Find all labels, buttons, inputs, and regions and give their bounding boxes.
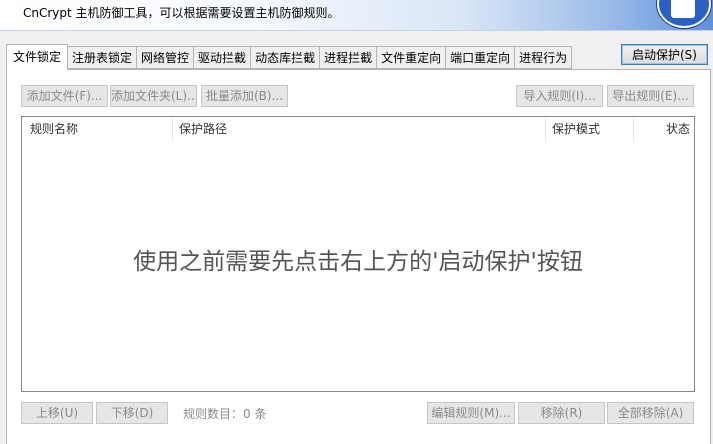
header-description: CnCrypt 主机防御工具，可以根据需要设置主机防御规则。 <box>23 6 340 20</box>
column-status[interactable]: 状态 <box>634 117 690 141</box>
move-up-button[interactable]: 上移(U) <box>21 402 93 424</box>
edit-rule-button[interactable]: 编辑规则(M)... <box>427 402 515 424</box>
empty-list-hint: 使用之前需要先点击右上方的'启动保护'按钮 <box>133 249 583 275</box>
tab-file-redirect[interactable]: 文件重定向 <box>377 46 447 69</box>
tab-dll-intercept[interactable]: 动态库拦截 <box>251 46 321 69</box>
add-file-button[interactable]: 添加文件(F)... <box>21 85 108 107</box>
tab-network-control[interactable]: 网络管控 <box>137 46 195 69</box>
add-folder-button[interactable]: 添加文件夹(L)... <box>110 85 197 107</box>
export-rules-button[interactable]: 导出规则(E)... <box>607 85 694 107</box>
batch-add-button[interactable]: 批量添加(B)... <box>201 85 288 107</box>
remove-button[interactable]: 移除(R) <box>518 402 605 424</box>
app-logo-icon <box>657 0 711 28</box>
tab-process-behavior[interactable]: 进程行为 <box>515 46 573 69</box>
tab-bar: 文件锁定 注册表锁定 网络管控 驱动拦截 动态库拦截 进程拦截 文件重定向 端口… <box>6 44 573 70</box>
column-rule-name[interactable]: 规则名称 <box>30 117 78 141</box>
column-divider[interactable] <box>172 117 173 141</box>
rule-list[interactable]: 规则名称 保护路径 保护模式 状态 使用之前需要先点击右上方的'启动保护'按钮 <box>21 116 695 392</box>
remove-all-button[interactable]: 全部移除(A) <box>607 402 694 424</box>
column-divider[interactable] <box>545 117 546 141</box>
tab-process-intercept[interactable]: 进程拦截 <box>320 46 378 69</box>
tab-registry-lock[interactable]: 注册表锁定 <box>68 46 138 69</box>
import-rules-button[interactable]: 导入规则(I)... <box>516 85 603 107</box>
column-protect-mode[interactable]: 保护模式 <box>552 117 600 141</box>
header-banner: CnCrypt 主机防御工具，可以根据需要设置主机防御规则。 <box>0 0 713 31</box>
tab-file-lock[interactable]: 文件锁定 <box>6 44 69 70</box>
column-protect-path[interactable]: 保护路径 <box>179 117 227 141</box>
tab-driver-intercept[interactable]: 驱动拦截 <box>194 46 252 69</box>
start-protection-button[interactable]: 启动保护(S) <box>621 44 708 65</box>
tab-port-redirect[interactable]: 端口重定向 <box>446 46 516 69</box>
move-down-button[interactable]: 下移(D) <box>96 402 168 424</box>
rule-list-header: 规则名称 保护路径 保护模式 状态 <box>22 117 694 141</box>
rule-count-label: 规则数目：0 条 <box>183 407 267 421</box>
